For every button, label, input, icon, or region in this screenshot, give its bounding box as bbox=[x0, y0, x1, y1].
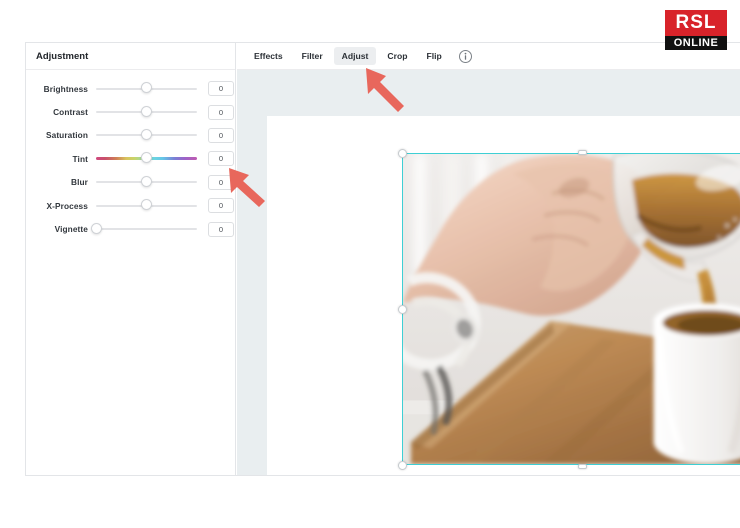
logo-text-rsl: RSL bbox=[675, 12, 717, 33]
slider-row-blur: Blur 0 bbox=[26, 171, 235, 194]
logo-red-band: RSL bbox=[665, 10, 727, 36]
slider-knob[interactable] bbox=[141, 152, 152, 164]
selection-handle-bottom-left[interactable] bbox=[397, 460, 407, 470]
slider-contrast[interactable] bbox=[96, 103, 197, 121]
slider-label: Contrast bbox=[53, 107, 88, 118]
tab-effects[interactable]: Effects bbox=[246, 47, 291, 65]
slider-value-input[interactable]: 0 bbox=[208, 174, 234, 190]
slider-knob[interactable] bbox=[141, 105, 152, 117]
slider-knob[interactable] bbox=[141, 199, 152, 211]
slider-knob[interactable] bbox=[141, 175, 152, 187]
tab-filter[interactable]: Filter bbox=[294, 47, 331, 65]
slider-label: Brightness bbox=[43, 83, 88, 94]
adjustment-panel-header: Adjustment bbox=[26, 43, 235, 70]
rsl-online-logo: RSL ONLINE bbox=[665, 10, 727, 50]
selection-handle-top-center[interactable] bbox=[577, 149, 587, 155]
slider-knob[interactable] bbox=[141, 82, 152, 94]
slider-value-input[interactable]: 0 bbox=[208, 81, 234, 97]
canvas-area[interactable] bbox=[237, 70, 740, 475]
slider-value-input[interactable]: 0 bbox=[208, 198, 234, 214]
slider-value-input[interactable]: 0 bbox=[208, 151, 234, 167]
work-area: Effects Filter Adjust Crop Flip bbox=[237, 43, 740, 475]
slider-brightness[interactable] bbox=[96, 80, 197, 98]
slider-label: Saturation bbox=[45, 130, 88, 141]
tab-flip[interactable]: Flip bbox=[418, 47, 449, 65]
slider-row-saturation: Saturation 0 bbox=[26, 124, 235, 147]
slider-label: Blur bbox=[71, 177, 88, 188]
logo-black-band: ONLINE bbox=[665, 36, 727, 50]
slider-row-vignette: Vignette 0 bbox=[26, 217, 235, 240]
slider-x-process[interactable] bbox=[96, 197, 197, 215]
slider-track[interactable] bbox=[96, 228, 197, 231]
slider-knob[interactable] bbox=[90, 222, 102, 234]
photo-image[interactable] bbox=[403, 154, 740, 464]
logo-text-online: ONLINE bbox=[673, 36, 719, 49]
slider-row-brightness: Brightness 0 bbox=[26, 77, 235, 100]
screenshot-root: RSL ONLINE Adjustment Brightness 0 Contras… bbox=[0, 0, 740, 528]
slider-list: Brightness 0 Contrast 0 Saturation 0 Tint 0 Blur… bbox=[26, 70, 235, 241]
slider-label: Tint bbox=[72, 153, 88, 164]
slider-value-input[interactable]: 0 bbox=[208, 221, 234, 237]
adjustment-panel: Adjustment Brightness 0 Contrast 0 Saturatio… bbox=[26, 43, 236, 475]
tab-adjust[interactable]: Adjust bbox=[333, 47, 377, 65]
slider-label: X-Process bbox=[46, 200, 88, 211]
slider-vignette[interactable] bbox=[90, 220, 197, 238]
slider-value-input[interactable]: 0 bbox=[208, 127, 234, 143]
photo-editor-window: Adjustment Brightness 0 Contrast 0 Saturatio… bbox=[25, 42, 740, 476]
slider-tint[interactable] bbox=[96, 150, 197, 168]
slider-knob[interactable] bbox=[141, 128, 152, 140]
slider-row-x-process: X-Process 0 bbox=[26, 194, 235, 217]
slider-value-input[interactable]: 0 bbox=[208, 104, 234, 120]
slider-label: Vignette bbox=[54, 224, 88, 235]
slider-row-tint: Tint 0 bbox=[26, 147, 235, 170]
selection-handle-middle-left[interactable] bbox=[397, 304, 407, 314]
selection-handle-bottom-center[interactable] bbox=[577, 463, 587, 469]
tab-crop[interactable]: Crop bbox=[379, 47, 415, 65]
slider-blur[interactable] bbox=[96, 173, 197, 191]
selection-handle-top-left[interactable] bbox=[397, 148, 407, 158]
panel-title: Adjustment bbox=[36, 50, 89, 62]
info-icon[interactable] bbox=[458, 49, 472, 63]
photo-selection[interactable] bbox=[397, 148, 740, 470]
slider-row-contrast: Contrast 0 bbox=[26, 100, 235, 123]
slider-saturation[interactable] bbox=[96, 126, 197, 144]
